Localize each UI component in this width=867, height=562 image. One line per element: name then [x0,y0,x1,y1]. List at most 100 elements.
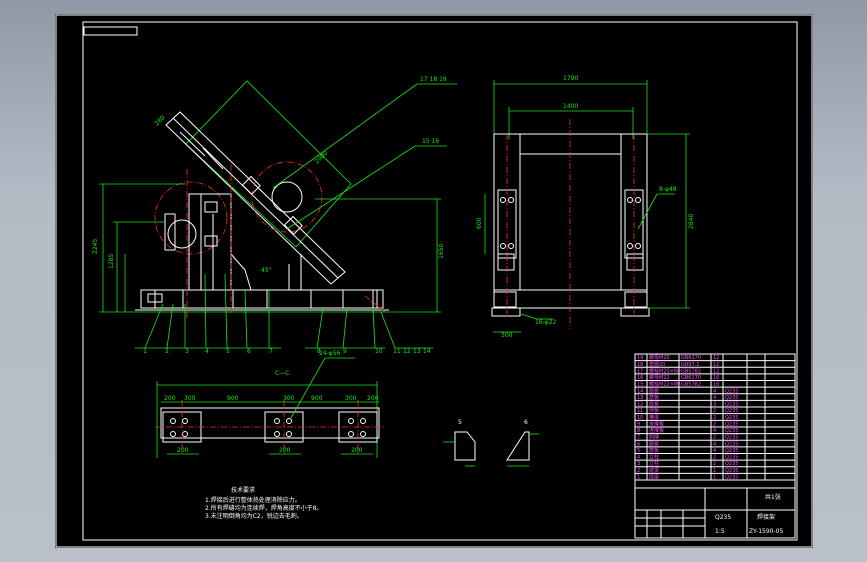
parts-list-cell: Q235 [725,395,738,401]
parts-list-cell: 16 [713,382,719,388]
parts-list-cell: 4 [713,441,716,447]
parts-list-cell: 10 [637,415,643,421]
svg-text:1650: 1650 [438,244,445,259]
parts-list-cell: 12 [637,402,643,408]
callout-15-16: 15 16 [422,138,439,145]
parts-list-cell: GB5782 [681,382,701,388]
svg-text:1:5: 1:5 [715,528,725,535]
svg-text:200: 200 [177,447,189,454]
svg-text:300: 300 [501,332,513,339]
svg-text:2.所有焊缝均为连续焊，焊角高度不小于8。: 2.所有焊缝均为连续焊，焊角高度不小于8。 [205,504,323,512]
parts-list-cell: 17 [637,368,643,374]
parts-list-cell: 螺栓M20×60 [649,367,680,374]
parts-list-cell: 螺母M20 [649,354,670,361]
parts-list-cell: Q235 [725,461,738,467]
parts-list-cell: 2 [713,408,716,414]
svg-text:200: 200 [279,447,291,454]
parts-list-cell: 底座 [649,474,659,481]
svg-text:8-φ48: 8-φ48 [659,186,677,193]
svg-text:13: 13 [413,348,421,355]
svg-text:11: 11 [393,348,401,355]
svg-text:600: 600 [476,217,483,229]
parts-list-cell: 筋板 [649,440,659,447]
corner-box [83,26,138,36]
parts-list-cell: 8 [637,428,640,434]
technical-notes: 技术要求 1.焊接后进行整体热处理消除应力。 2.所有焊缝均为连续焊，焊角高度不… [205,486,323,520]
svg-text:1285: 1285 [108,254,115,269]
svg-text:1.焊接后进行整体热处理消除应力。: 1.焊接后进行整体热处理消除应力。 [205,496,301,504]
parts-list-cell: GB6170 [681,355,701,361]
parts-list-cell: 16 [713,375,719,381]
parts-list-cell: Q235 [725,402,738,408]
parts-list-cell: GB5782 [681,368,701,374]
side-view: 1790 1400 2840 600 8-φ48 300 16-φ22 [476,75,695,339]
svg-text:200: 200 [164,395,176,402]
parts-list-cell: 螺栓M22×80 [649,381,680,388]
parts-list-cell: 16 [637,375,643,381]
parts-list-cell: 19 [637,355,643,361]
parts-list-cell: 7 [637,435,640,441]
svg-text:280: 280 [153,114,166,127]
parts-list-cell: 11 [637,408,643,414]
svg-text:2840: 2840 [688,214,695,229]
parts-list-cell: Q235 [725,455,738,461]
svg-text:16-φ22: 16-φ22 [535,319,557,326]
parts-list-cell: 9 [637,421,640,427]
title-block: 19 螺母M20 GB6170 1218 垫圈20 GB97.1 1217 螺栓M20×60 G… [634,353,796,539]
parts-list-cell: 2 [713,435,716,441]
svg-text:1790: 1790 [563,75,578,82]
svg-text:300: 300 [345,395,357,402]
side-frame [493,133,648,291]
parts-list-cell: 4 [713,428,716,434]
svg-text:2245: 2245 [92,239,99,254]
rotated-outline [185,80,352,248]
svg-text:12: 12 [403,348,411,355]
parts-list-cell: 14 [637,388,643,394]
parts-list-cell: Q235 [725,441,738,447]
parts-list-cell: 立柱 [649,460,659,467]
swing-circle-left [154,181,228,255]
drawing-title: 焊接架 [757,513,775,521]
svg-text:7: 7 [269,348,273,355]
parts-list-cell: 12 [713,362,719,368]
svg-text:3.未注明倒角均为C2，锐边去毛刺。: 3.未注明倒角均为C2，锐边去毛刺。 [205,512,303,520]
parts-list-cell: 2 [713,421,716,427]
parts-list-cell: 底梁 [649,467,659,474]
parts-list-cell: 5 [637,448,640,454]
svg-text:10: 10 [375,348,383,355]
parts-list-cell: GB97.1 [681,362,699,368]
parts-list-cell: 6 [637,441,640,447]
parts-list-cell: 连接板 [649,427,664,434]
svg-text:C—C: C—C [275,370,289,377]
parts-list-cell: 2 [713,415,716,421]
parts-list-cell: 支撑板 [649,420,664,427]
parts-list-cell: 4 [713,448,716,454]
svg-text:技术要求: 技术要求 [231,486,255,494]
cad-drawing: 2245 1285 1650 2000 280 45° 17 18 19 15 … [55,14,813,548]
base-beam [140,289,378,309]
svg-text:300: 300 [283,395,295,402]
parts-list-cell: 2 [637,468,640,474]
svg-text:Q235: Q235 [715,514,731,521]
svg-text:1400: 1400 [563,103,578,110]
parts-list-cell: Q235 [725,468,738,474]
parts-list-cell: 3 [713,402,716,408]
parts-list-cell: 立柱 [649,454,659,461]
svg-text:900: 900 [227,395,239,402]
parts-list-cell: Q235 [725,415,738,421]
svg-text:300: 300 [184,395,196,402]
parts-list-cell: Q235 [725,408,738,414]
parts-list-cell: 底板 [649,401,659,408]
parts-list-cell: 斜撑 [649,434,659,441]
cad-viewer-background: 2245 1285 1650 2000 280 45° 17 18 19 15 … [0,0,867,562]
parts-list-cell: 4 [637,455,640,461]
svg-text:2: 2 [165,348,169,355]
parts-list-cell: Q235 [725,428,738,434]
svg-text:5: 5 [226,348,230,355]
svg-text:24-φ56: 24-φ56 [319,350,341,357]
svg-text:200: 200 [367,395,379,402]
inner-frame [82,21,798,541]
parts-list-cell: 15 [637,382,643,388]
drawing-sheet: 2245 1285 1650 2000 280 45° 17 18 19 15 … [55,14,813,548]
parts-list-cell: 横梁 [649,414,659,421]
